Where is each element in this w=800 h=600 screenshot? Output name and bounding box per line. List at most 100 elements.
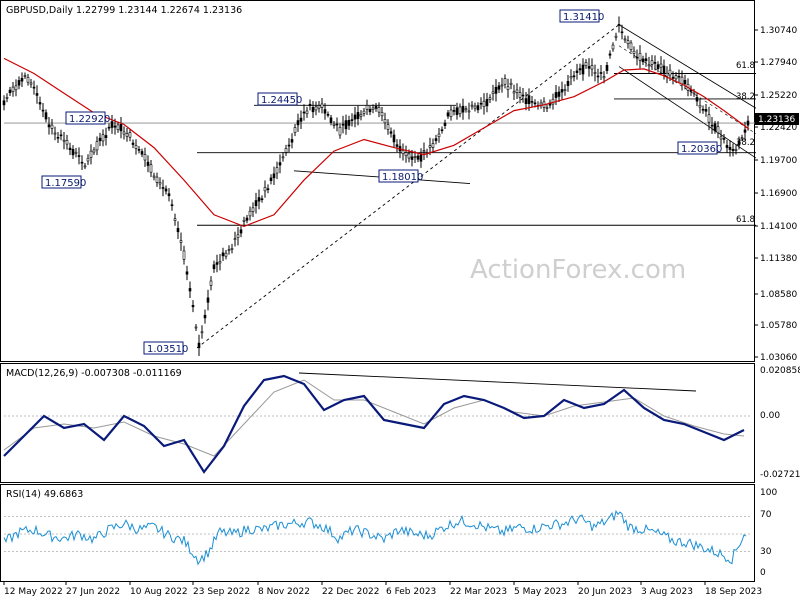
candle-body <box>278 162 282 166</box>
candle-body <box>347 120 351 126</box>
annotation-label: 1.20360 <box>681 144 722 155</box>
candle-body <box>698 104 702 108</box>
x-axis-ticks: 12 May 2022 27 Jun 2022 10 Aug 2022 23 Sep … <box>3 581 762 597</box>
candle-body <box>392 134 396 143</box>
candle-body <box>236 234 240 238</box>
candle-body <box>617 24 621 26</box>
fib-label: 61.8 <box>736 61 755 71</box>
candle-body <box>743 129 747 133</box>
candle-body <box>413 156 417 158</box>
candle-body <box>497 85 501 90</box>
date-tick-label: 18 Sep 2023 <box>705 587 762 597</box>
candle-body <box>383 119 387 124</box>
candle-body <box>101 134 105 142</box>
rsi-tick-label: 30 <box>760 547 772 557</box>
candle-body <box>368 109 372 113</box>
candle-body <box>389 131 393 134</box>
candle-body <box>437 133 441 138</box>
price-tick-label: 1.11380 <box>760 254 797 264</box>
candle-body <box>68 147 72 151</box>
candle-body <box>575 70 579 73</box>
candle-body <box>494 86 498 94</box>
candle-body <box>272 173 276 179</box>
candle-body <box>293 127 297 133</box>
candle-body <box>269 177 273 182</box>
candle-body <box>146 161 150 166</box>
candle-body <box>410 156 414 160</box>
candle-body <box>572 75 576 78</box>
candle-body <box>350 119 354 121</box>
candle-body <box>113 125 117 128</box>
candle-body <box>644 58 648 62</box>
candle-body <box>2 100 6 106</box>
candle-body <box>188 288 192 292</box>
candle-body <box>62 139 66 142</box>
candle-body <box>179 240 183 243</box>
candle-body <box>326 114 330 116</box>
candle-body <box>164 188 168 192</box>
candle-body <box>677 75 681 78</box>
candle-body <box>194 326 198 329</box>
candle-body <box>206 297 210 303</box>
candle-body <box>215 262 219 265</box>
candle-body <box>596 75 600 78</box>
macd-label: MACD(12,26,9) -0.007308 -0.011169 <box>6 368 182 379</box>
candle-body <box>602 76 606 79</box>
candle-body <box>404 152 408 157</box>
candle-body <box>467 110 471 113</box>
candle-body <box>287 144 291 147</box>
candle-body <box>500 84 504 87</box>
candle-body <box>452 110 456 112</box>
candle-body <box>632 50 636 54</box>
candle-body <box>59 134 63 137</box>
candle-body <box>281 156 285 159</box>
annotation-label: 1.03510 <box>147 344 188 355</box>
candle-body <box>224 252 228 257</box>
price-tick-label: 1.08580 <box>760 290 797 300</box>
candle-body <box>731 149 735 151</box>
candle-body <box>530 101 534 103</box>
candle-body <box>626 40 630 44</box>
reference-lines <box>4 24 757 349</box>
price-tick-label: 1.19700 <box>760 156 797 166</box>
candle-body <box>197 342 201 349</box>
candle-body <box>299 117 303 122</box>
candle-body <box>134 145 138 149</box>
candle-body <box>221 252 225 257</box>
candle-body <box>53 132 57 135</box>
candle-body <box>479 102 483 105</box>
candle-body <box>374 106 378 109</box>
candle-body <box>95 141 99 151</box>
candle-body <box>656 64 660 70</box>
candle-body <box>248 210 252 217</box>
candle-body <box>302 111 306 114</box>
candle-body <box>185 271 189 275</box>
candle-body <box>680 76 684 85</box>
rsi-tick-label: 70 <box>760 510 772 520</box>
annotations: 1.31410 1.24450 1.22920 1.17590 1.18010 1.203… <box>41 9 755 355</box>
candle-body <box>212 264 216 270</box>
candle-body <box>44 112 48 120</box>
candle-body <box>251 207 255 212</box>
watermark: ActionForex.com <box>470 255 686 285</box>
price-tick-label: 1.03060 <box>760 353 797 363</box>
candle-body <box>317 105 321 109</box>
candle-body <box>365 105 369 110</box>
candle-body <box>284 148 288 153</box>
candle-body <box>725 145 729 148</box>
candle-body <box>518 92 522 98</box>
price-panel-frame <box>0 0 755 362</box>
rsi-tick-label: 100 <box>760 488 777 498</box>
candle-body <box>428 145 432 148</box>
candle-body <box>386 124 390 130</box>
candle-body <box>431 143 435 148</box>
date-tick-label: 6 Feb 2023 <box>386 587 436 597</box>
candle-body <box>407 153 411 159</box>
candle-body <box>182 250 186 260</box>
candle-body <box>110 121 114 128</box>
price-tick-label: 1.16900 <box>760 189 797 199</box>
candle-body <box>362 110 366 114</box>
candle-body <box>620 31 624 34</box>
rsi-tick-label: 0 <box>760 568 766 578</box>
candle-body <box>668 69 672 76</box>
